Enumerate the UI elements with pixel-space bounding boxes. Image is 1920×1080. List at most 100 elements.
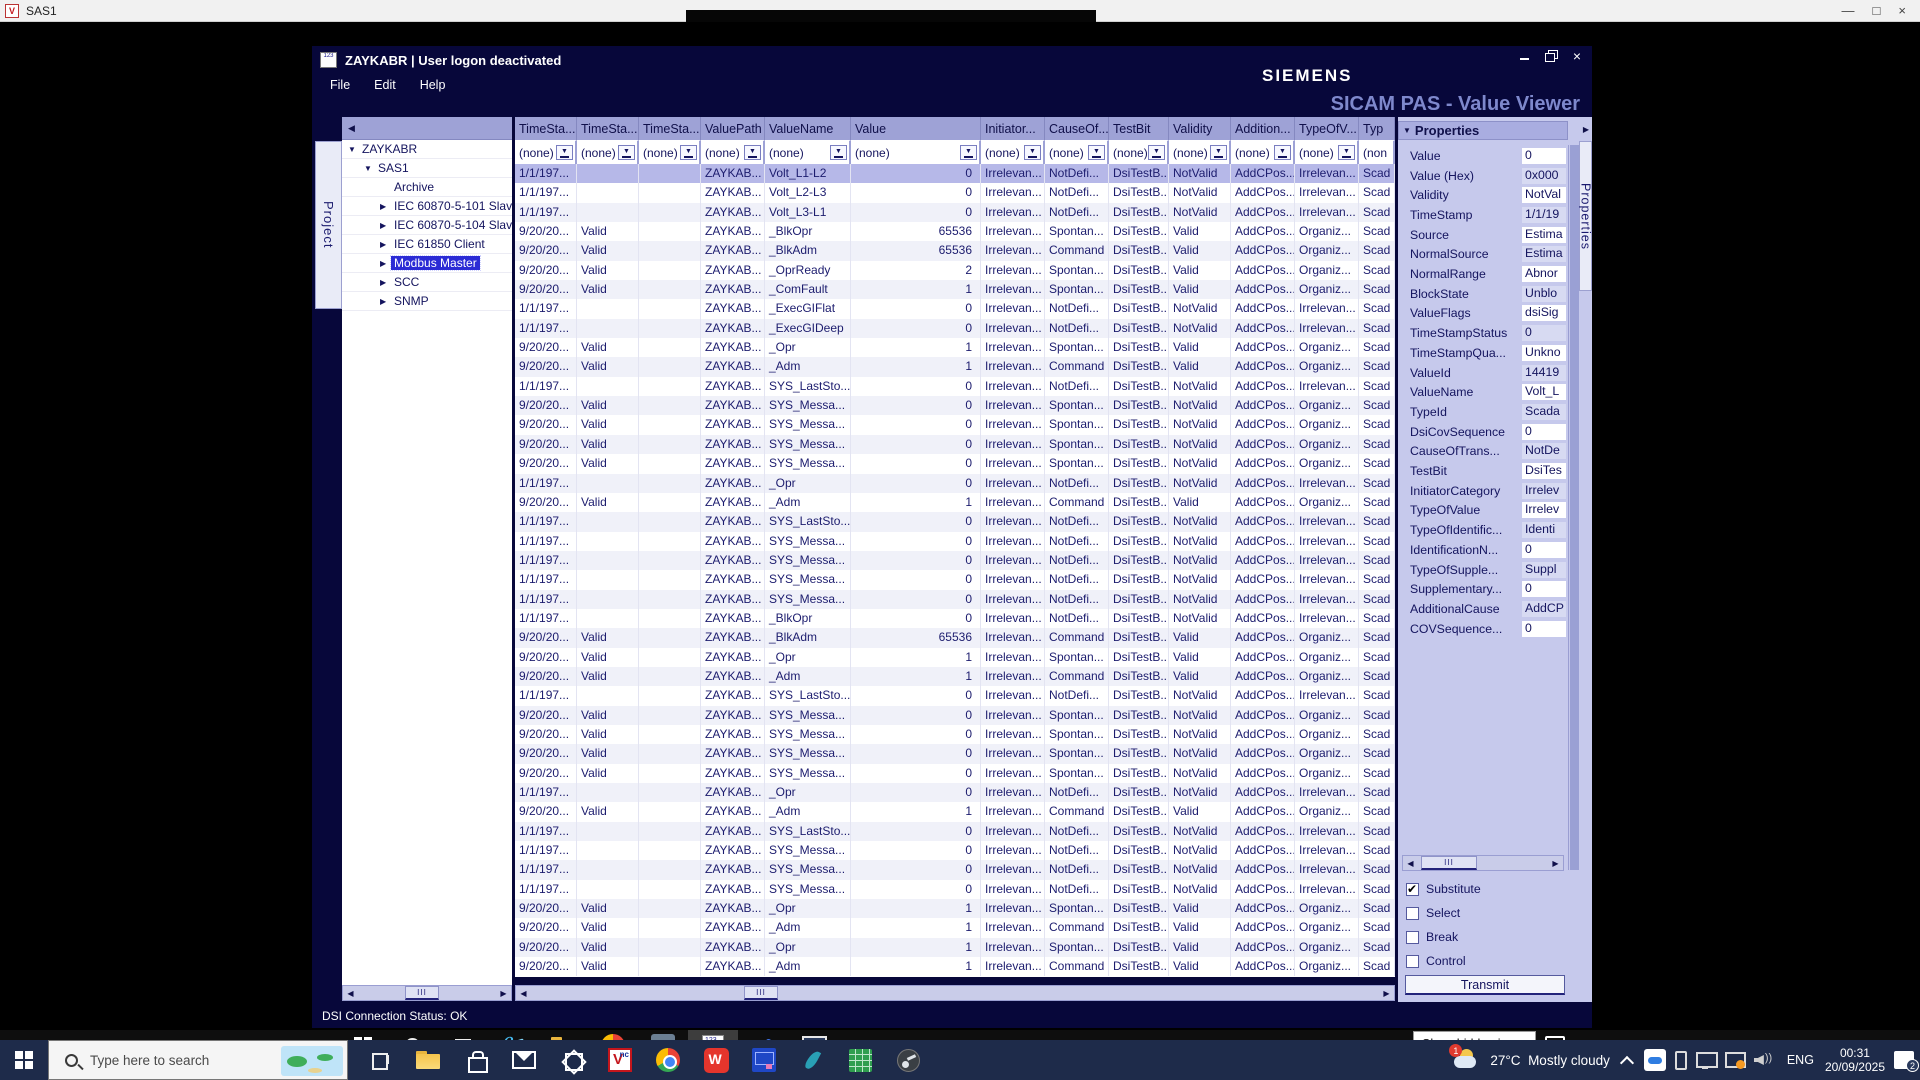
filter-cell[interactable]: (none) [515,140,577,164]
taskbar-store-button[interactable] [452,1040,500,1080]
tree-item-iec-61850-client[interactable]: ▶IEC 61850 Client [342,235,512,254]
filter-cell[interactable]: (none) [1231,140,1295,164]
chevron-right-icon[interactable]: ▶ [380,240,391,249]
table-row[interactable]: 1/1/197...ZAYKAB..._Opr0Irrelevan...NotD… [515,474,1395,493]
chevron-right-icon[interactable]: ▶ [380,297,391,306]
property-value[interactable]: Unblo [1522,286,1566,302]
table-row[interactable]: 9/20/20...ValidZAYKAB..._Opr1Irrelevan..… [515,899,1395,918]
table-row[interactable]: 9/20/20...ValidZAYKAB..._BlkOpr65536Irre… [515,222,1395,241]
column-header[interactable]: Addition... [1231,117,1295,140]
property-value[interactable]: Abnor [1522,266,1566,282]
table-row[interactable]: 1/1/197...ZAYKAB...SYS_LastSto...0Irrele… [515,822,1395,841]
table-row[interactable]: 1/1/197...ZAYKAB..._Opr0Irrelevan...NotD… [515,783,1395,802]
filter-cell[interactable]: (none) [701,140,765,164]
table-row[interactable]: 1/1/197...ZAYKAB...SYS_LastSto...0Irrele… [515,512,1395,531]
checkbox-icon[interactable] [1406,931,1419,944]
properties-hscrollbar[interactable]: ◀ III ▶ [1402,855,1564,871]
table-row[interactable]: 9/20/20...ValidZAYKAB..._BlkAdm65536Irre… [515,241,1395,260]
table-row[interactable]: 9/20/20...ValidZAYKAB..._Opr1Irrelevan..… [515,338,1395,357]
table-row[interactable]: 1/1/197...ZAYKAB...SYS_Messa...0Irreleva… [515,570,1395,589]
property-value[interactable]: Suppl [1522,562,1566,578]
filter-dropdown-icon[interactable] [556,145,573,160]
property-value[interactable]: Irrelev [1522,483,1566,499]
taskbar-design-app-button[interactable] [788,1040,836,1080]
property-value[interactable]: Estima [1522,227,1566,243]
tree-item-archive[interactable]: Archive [342,178,512,197]
taskbar-chrome-button[interactable] [644,1040,692,1080]
weather-text[interactable]: 27°C Mostly cloudy [1490,1053,1609,1068]
column-header[interactable]: Initiator... [981,117,1045,140]
property-value[interactable]: DsiTes [1522,463,1566,479]
column-header[interactable]: Value [851,117,981,140]
table-row[interactable]: 9/20/20...ValidZAYKAB..._Adm1Irrelevan..… [515,802,1395,821]
property-value[interactable]: 0 [1522,148,1566,164]
column-header[interactable]: TestBit [1109,117,1169,140]
property-value[interactable]: Identi [1522,522,1566,538]
table-row[interactable]: 1/1/197...ZAYKAB...Volt_L2-L30Irrelevan.… [515,183,1395,202]
column-header[interactable]: TypeOfV... [1295,117,1359,140]
property-value[interactable]: 0 [1522,424,1566,440]
table-hscrollbar[interactable]: ◀ III ▶ [515,985,1395,1001]
remote-session-icon[interactable] [1725,1051,1745,1069]
tree-item-iec-60870-5-101-slave[interactable]: ▶IEC 60870-5-101 Slave [342,197,512,216]
scroll-right-icon[interactable]: ▶ [496,986,511,1000]
table-row[interactable]: 1/1/197...ZAYKAB...SYS_Messa...0Irreleva… [515,551,1395,570]
weather-icon[interactable]: 1 [1451,1047,1481,1073]
table-row[interactable]: 9/20/20...ValidZAYKAB..._Opr1Irrelevan..… [515,938,1395,957]
table-row[interactable]: 9/20/20...ValidZAYKAB...SYS_Messa...0Irr… [515,725,1395,744]
tree-item-modbus-master[interactable]: ▶Modbus Master [342,254,512,273]
tree-hscrollbar-thumb[interactable]: III [405,986,439,1000]
table-row[interactable]: 9/20/20...ValidZAYKAB...SYS_Messa...0Irr… [515,435,1395,454]
chevron-right-icon[interactable]: ▶ [380,221,391,230]
table-row[interactable]: 9/20/20...ValidZAYKAB..._BlkAdm65536Irre… [515,628,1395,647]
column-header[interactable]: ValueName [765,117,851,140]
column-header[interactable]: CauseOf... [1045,117,1109,140]
table-row[interactable]: 9/20/20...ValidZAYKAB..._Adm1Irrelevan..… [515,493,1395,512]
property-value[interactable]: Estima [1522,246,1566,262]
table-row[interactable]: 1/1/197...ZAYKAB...Volt_L3-L10Irrelevan.… [515,203,1395,222]
property-value[interactable]: 0 [1522,325,1566,341]
property-value[interactable]: AddCP [1522,601,1566,617]
clock[interactable]: 00:31 20/09/2025 [1825,1046,1885,1074]
chevron-right-icon[interactable]: ▶ [380,278,391,287]
display-icon[interactable] [1696,1052,1716,1069]
tree-item-sas1[interactable]: ▼SAS1 [342,159,512,178]
filter-dropdown-icon[interactable] [618,145,635,160]
scroll-right-icon[interactable]: ▶ [1379,986,1394,1000]
checkbox-control[interactable]: Control [1406,952,1566,970]
filter-dropdown-icon[interactable] [1024,145,1041,160]
app-titlebar[interactable]: 123 ZAYKABR | User logon deactivated × [312,46,1592,74]
table-row[interactable]: 1/1/197...ZAYKAB...SYS_Messa...0Irreleva… [515,860,1395,879]
transmit-button[interactable]: Transmit [1405,975,1565,995]
filter-dropdown-icon[interactable] [1148,145,1165,160]
table-row[interactable]: 9/20/20...ValidZAYKAB..._Opr1Irrelevan..… [515,648,1395,667]
filter-cell[interactable]: (non [1359,140,1395,164]
checked-checkbox-icon[interactable] [1406,883,1419,896]
taskbar-search-input[interactable]: Type here to search [48,1040,348,1080]
your-phone-icon[interactable] [1675,1051,1687,1070]
checkbox-substitute[interactable]: Substitute [1406,880,1566,898]
table-row[interactable]: 9/20/20...ValidZAYKAB..._Adm1Irrelevan..… [515,918,1395,937]
checkbox-select[interactable]: Select [1406,904,1566,922]
properties-vscrollbar[interactable] [1568,145,1579,870]
expand-right-icon[interactable]: ▶ [1580,121,1592,137]
property-value[interactable]: Volt_L [1522,384,1566,400]
table-hscrollbar-thumb[interactable]: III [744,986,778,1000]
taskbar-vnc-viewer-button[interactable] [596,1040,644,1080]
table-row[interactable]: 9/20/20...ValidZAYKAB...SYS_Messa...0Irr… [515,764,1395,783]
table-row[interactable]: 1/1/197...ZAYKAB..._ExecGIFlat0Irrelevan… [515,299,1395,318]
tree-hscrollbar[interactable]: ◀ III ▶ [342,985,512,1001]
property-value[interactable]: 0 [1522,621,1566,637]
vnc-minimize-button[interactable]: — [1842,3,1855,18]
filter-dropdown-icon[interactable] [960,145,977,160]
scroll-right-icon[interactable]: ▶ [1548,856,1563,870]
filter-cell[interactable]: (none) [1169,140,1231,164]
tree-item-snmp[interactable]: ▶SNMP [342,292,512,311]
tab-project[interactable]: Project [315,141,342,309]
table-row[interactable]: 1/1/197...ZAYKAB..._BlkOpr0Irrelevan...N… [515,609,1395,628]
property-value[interactable]: 1/1/19 [1522,207,1566,223]
chevron-down-icon[interactable]: ▼ [364,164,375,173]
taskbar-task-view-button[interactable] [356,1040,404,1080]
column-header[interactable]: TimeSta... [515,117,577,140]
properties-vscrollbar-thumb[interactable] [1570,145,1579,870]
